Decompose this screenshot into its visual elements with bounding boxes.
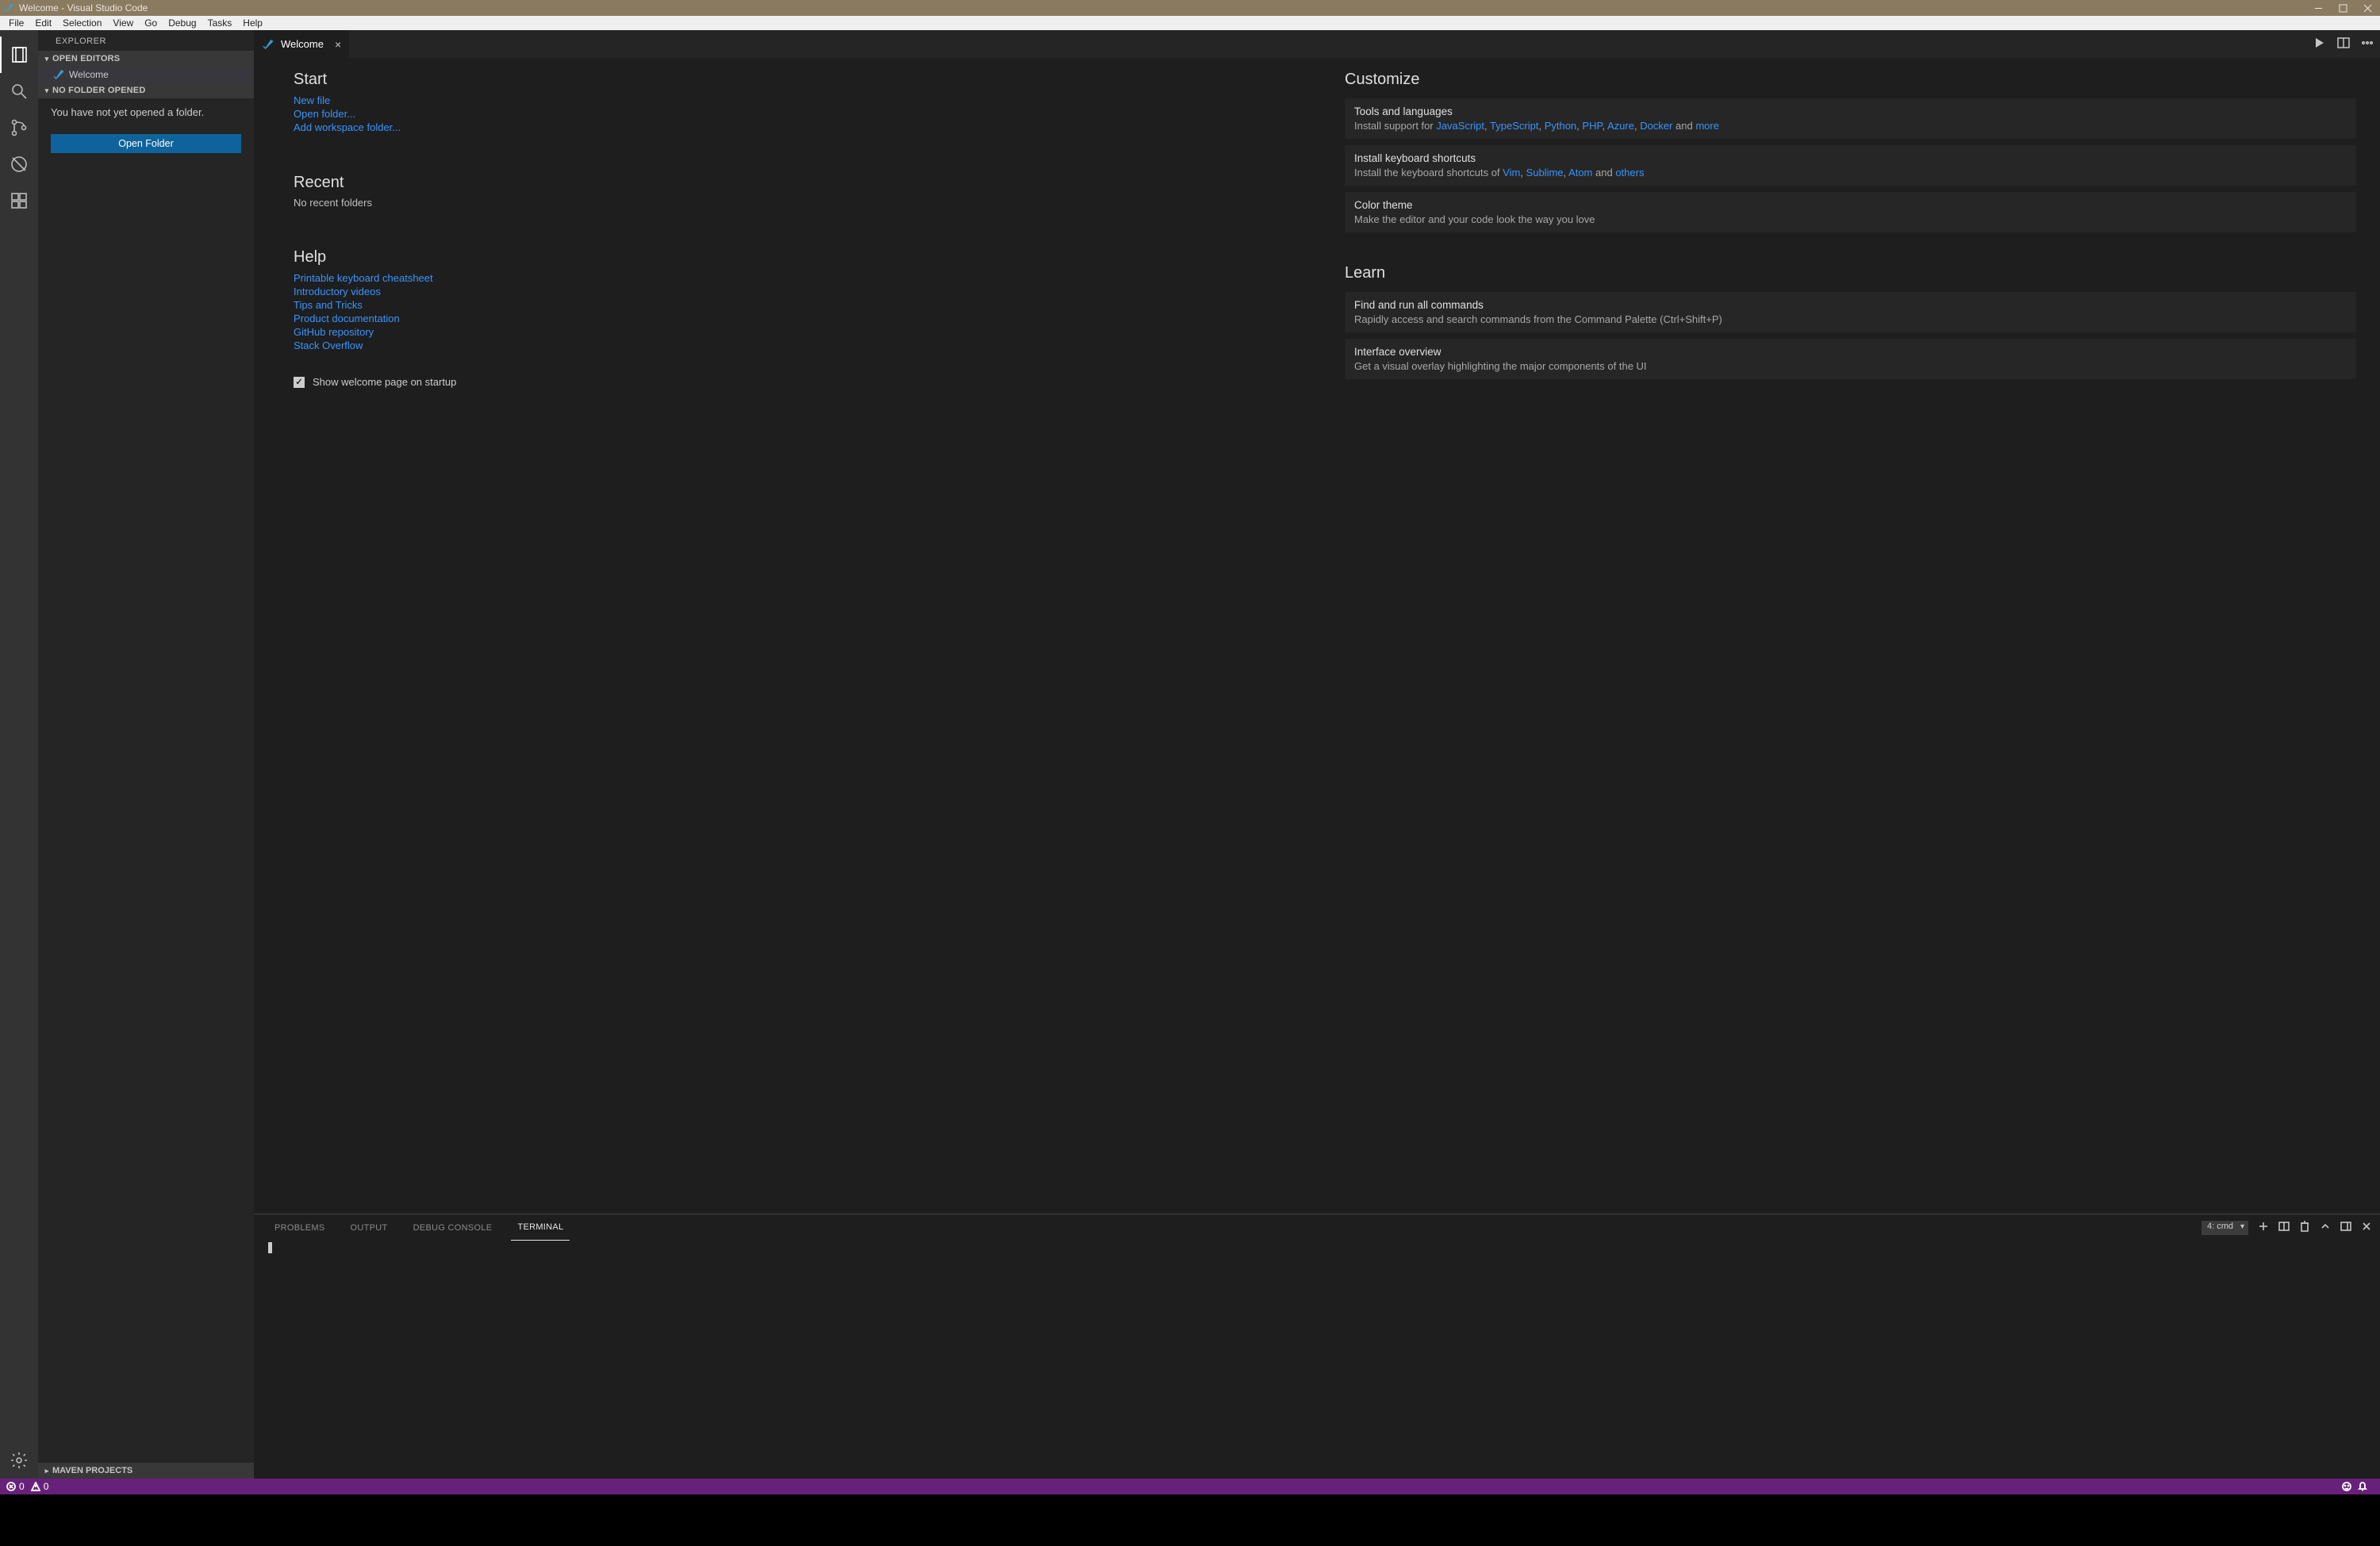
no-folder-message: You have not yet opened a folder. — [38, 98, 254, 126]
menu-selection[interactable]: Selection — [57, 17, 107, 29]
terminal-cursor — [268, 1242, 272, 1253]
recent-empty: No recent folders — [294, 197, 1305, 209]
status-feedback-icon[interactable] — [2342, 1482, 2351, 1491]
status-warnings[interactable]: 0 — [31, 1481, 49, 1492]
menu-debug[interactable]: Debug — [163, 17, 202, 29]
activity-bar — [0, 30, 38, 1479]
window-title: Welcome - Visual Studio Code — [19, 2, 2314, 13]
activity-extensions[interactable] — [0, 182, 38, 219]
link-stackoverflow[interactable]: Stack Overflow — [294, 339, 1305, 352]
panel-tab-problems[interactable]: PROBLEMS — [268, 1214, 332, 1241]
customize-heading: Customize — [1345, 71, 2356, 89]
open-folder-button[interactable]: Open Folder — [51, 134, 241, 153]
os-taskbar — [0, 1494, 2380, 1546]
panel-tab-output[interactable]: OUTPUT — [344, 1214, 394, 1241]
card-color-theme[interactable]: Color theme Make the editor and your cod… — [1345, 192, 2356, 232]
editor-tabstrip: Welcome × — [254, 30, 2380, 58]
status-errors[interactable]: 0 — [6, 1481, 25, 1492]
help-heading: Help — [294, 248, 1305, 267]
run-icon[interactable] — [2313, 36, 2326, 52]
settings-gear-icon[interactable] — [0, 1442, 38, 1479]
activity-search[interactable] — [0, 73, 38, 109]
menu-tasks[interactable]: Tasks — [202, 17, 238, 29]
menu-help[interactable]: Help — [237, 17, 268, 29]
menu-edit[interactable]: Edit — [29, 17, 57, 29]
terminal-new-icon[interactable] — [2258, 1221, 2269, 1234]
terminal-selector[interactable]: 4: cmd — [2202, 1221, 2248, 1235]
panel-maximize-icon[interactable] — [2320, 1221, 2331, 1234]
chevron-down-icon: ▾ — [41, 55, 52, 63]
activity-explorer[interactable] — [0, 36, 38, 73]
start-heading: Start — [294, 71, 1305, 89]
titlebar: Welcome - Visual Studio Code — [0, 0, 2380, 16]
menubar: File Edit Selection View Go Debug Tasks … — [0, 16, 2380, 30]
sidebar: EXPLORER ▾ OPEN EDITORS Welcome ▾ NO FOL… — [38, 30, 254, 1479]
panel-close-icon[interactable] — [2361, 1221, 2372, 1234]
activity-scm[interactable] — [0, 109, 38, 146]
no-folder-header[interactable]: ▾ NO FOLDER OPENED — [38, 82, 254, 98]
status-bell-icon[interactable] — [2358, 1482, 2367, 1491]
card-tools-languages[interactable]: Tools and languages Install support for … — [1345, 98, 2356, 139]
vscode-icon — [262, 38, 274, 51]
link-add-workspace[interactable]: Add workspace folder... — [294, 121, 1305, 134]
panel-tab-debug-console[interactable]: DEBUG CONSOLE — [407, 1214, 499, 1241]
card-find-commands[interactable]: Find and run all commands Rapidly access… — [1345, 292, 2356, 332]
card-keyboard-shortcuts[interactable]: Install keyboard shortcuts Install the k… — [1345, 145, 2356, 186]
link-cheatsheet[interactable]: Printable keyboard cheatsheet — [294, 271, 1305, 285]
link-github[interactable]: GitHub repository — [294, 325, 1305, 339]
tab-welcome[interactable]: Welcome × — [254, 30, 349, 58]
panel-toggle-layout-icon[interactable] — [2340, 1221, 2351, 1234]
menu-view[interactable]: View — [107, 17, 139, 29]
show-welcome-checkbox[interactable]: ✓ Show welcome page on startup — [294, 376, 1305, 388]
terminal-kill-icon[interactable] — [2299, 1221, 2310, 1234]
close-tab-icon[interactable]: × — [335, 38, 341, 51]
chevron-right-icon: ▸ — [41, 1467, 52, 1475]
link-intro-videos[interactable]: Introductory videos — [294, 285, 1305, 298]
welcome-page: Start New file Open folder... Add worksp… — [254, 58, 2380, 1214]
activity-debug[interactable] — [0, 146, 38, 182]
window-minimize-button[interactable] — [2314, 4, 2323, 13]
sidebar-title: EXPLORER — [38, 30, 254, 51]
vscode-logo-icon — [3, 2, 14, 13]
panel-tab-terminal[interactable]: TERMINAL — [511, 1214, 570, 1241]
editor-area: Welcome × Start New file Open folder... … — [254, 30, 2380, 1479]
terminal-body[interactable] — [254, 1241, 2380, 1479]
window-maximize-button[interactable] — [2339, 4, 2347, 13]
link-new-file[interactable]: New file — [294, 94, 1305, 107]
more-actions-icon[interactable] — [2361, 36, 2374, 52]
link-open-folder[interactable]: Open folder... — [294, 107, 1305, 121]
menu-file[interactable]: File — [3, 17, 29, 29]
checkbox-checked-icon: ✓ — [294, 377, 305, 388]
chevron-down-icon: ▾ — [41, 86, 52, 95]
recent-heading: Recent — [294, 174, 1305, 192]
open-editors-header[interactable]: ▾ OPEN EDITORS — [38, 51, 254, 67]
link-tips[interactable]: Tips and Tricks — [294, 298, 1305, 312]
maven-projects-header[interactable]: ▸ MAVEN PROJECTS — [38, 1463, 254, 1479]
vscode-icon — [52, 68, 65, 81]
link-docs[interactable]: Product documentation — [294, 312, 1305, 325]
open-editor-welcome[interactable]: Welcome — [38, 67, 254, 82]
card-interface-overview[interactable]: Interface overview Get a visual overlay … — [1345, 339, 2356, 379]
menu-go[interactable]: Go — [139, 17, 163, 29]
terminal-split-icon[interactable] — [2278, 1221, 2290, 1234]
statusbar: 0 0 — [0, 1479, 2380, 1494]
panel: PROBLEMS OUTPUT DEBUG CONSOLE TERMINAL 4… — [254, 1214, 2380, 1479]
split-editor-icon[interactable] — [2337, 36, 2350, 52]
window-close-button[interactable] — [2363, 4, 2372, 13]
learn-heading: Learn — [1345, 264, 2356, 282]
